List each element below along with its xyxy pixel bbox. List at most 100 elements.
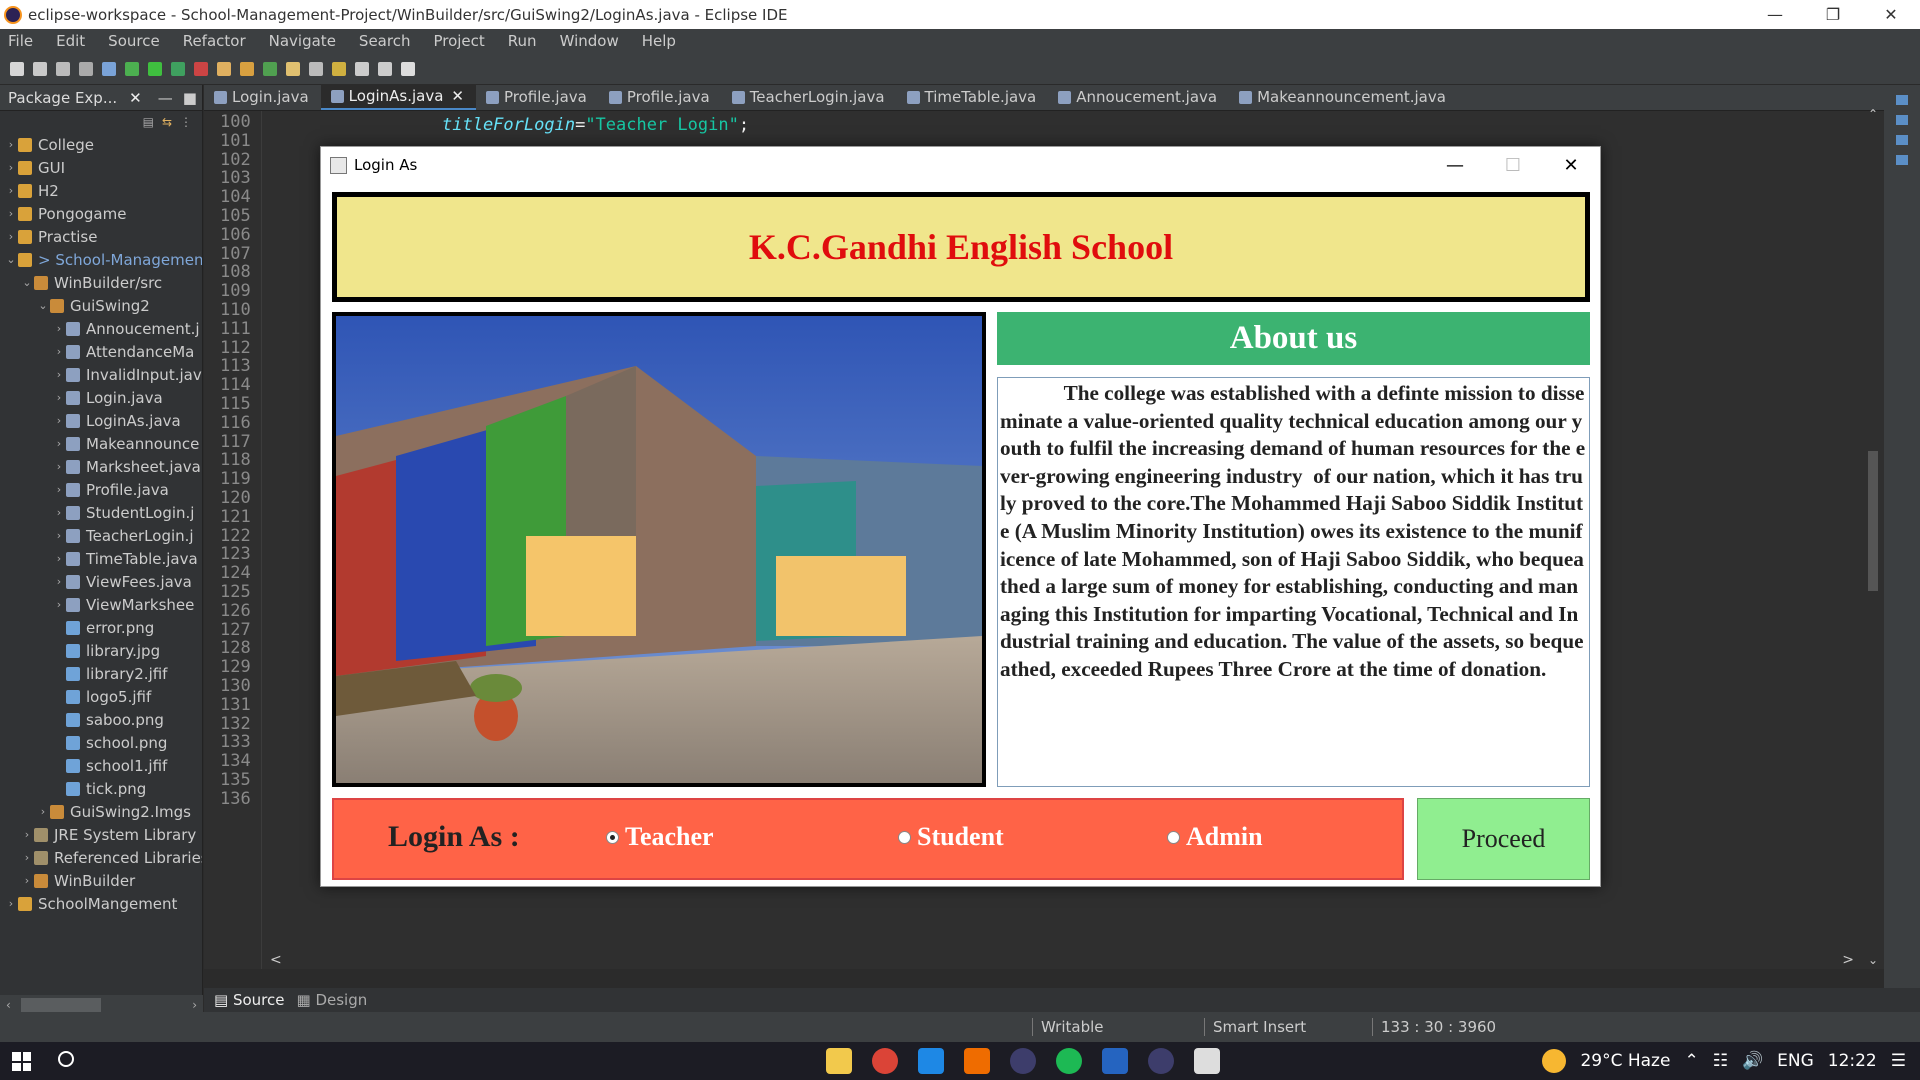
dialog-close-button[interactable]: ✕ [1542, 147, 1600, 183]
menu-edit[interactable]: Edit [56, 32, 85, 50]
package-explorer-tab[interactable]: Package Exp... ✕ — ■ [0, 85, 202, 111]
vscode-icon[interactable] [918, 1048, 944, 1074]
close-button[interactable]: ✕ [1862, 0, 1920, 29]
menu-refactor[interactable]: Refactor [183, 32, 246, 50]
radio-dot-teacher[interactable] [606, 830, 619, 844]
tree-item[interactable]: › Annoucement.j [0, 317, 202, 340]
expand-arrow-icon[interactable]: › [52, 552, 66, 565]
eclipse-icon[interactable] [1010, 1048, 1036, 1074]
menu-navigate[interactable]: Navigate [269, 32, 336, 50]
menu-window[interactable]: Window [560, 32, 619, 50]
run-icon[interactable] [148, 61, 162, 76]
tree-item[interactable]: › ViewFees.java [0, 570, 202, 593]
editor-tab[interactable]: Makeannouncement.java [1229, 84, 1458, 110]
tree-item[interactable]: ⌄ GuiSwing2 [0, 294, 202, 317]
expand-arrow-icon[interactable]: › [52, 322, 66, 335]
tree-item[interactable]: › Login.java [0, 386, 202, 409]
external-tools-icon[interactable] [194, 61, 208, 76]
notification-icon[interactable]: ☰ [1891, 1051, 1906, 1071]
expand-arrow-icon[interactable]: › [52, 368, 66, 381]
expand-arrow-icon[interactable]: › [4, 230, 18, 243]
tree-item[interactable]: › GUI [0, 156, 202, 179]
expand-arrow-icon[interactable]: › [52, 598, 66, 611]
tree-item[interactable]: › Marksheet.java [0, 455, 202, 478]
editor-horizontal-scrollbar[interactable]: < > [262, 951, 1862, 969]
tree-item[interactable]: › ViewMarkshee [0, 593, 202, 616]
editor-tab[interactable]: Profile.java [599, 84, 722, 110]
expand-arrow-icon[interactable]: › [4, 207, 18, 220]
radio-dot-student[interactable] [898, 830, 911, 844]
tree-item[interactable]: › InvalidInput.jav [0, 363, 202, 386]
forward-icon[interactable] [378, 61, 392, 76]
new-package-icon[interactable] [240, 61, 254, 76]
tree-item[interactable]: ⌄ > School-Management- [0, 248, 202, 271]
tree-item[interactable]: › WinBuilder [0, 869, 202, 892]
tree-item[interactable]: school.png [0, 731, 202, 754]
editor-tab[interactable]: TimeTable.java [897, 84, 1049, 110]
tree-item[interactable]: › Pongogame [0, 202, 202, 225]
about-text-area[interactable]: The college was established with a defin… [997, 377, 1590, 787]
tree-item[interactable]: › JRE System Library [j [0, 823, 202, 846]
tree-item[interactable]: ⌄ WinBuilder/src [0, 271, 202, 294]
minimize-view-icon[interactable]: — [158, 89, 173, 107]
editor-tab[interactable]: Profile.java [476, 84, 599, 110]
new-java-project-icon[interactable] [217, 61, 231, 76]
collapse-all-icon[interactable]: ▤ [143, 115, 154, 129]
search-toolbar-icon[interactable] [309, 61, 323, 76]
expand-arrow-icon[interactable]: › [52, 414, 66, 427]
tree-item[interactable]: › Referenced Libraries [0, 846, 202, 869]
tree-item[interactable]: › H2 [0, 179, 202, 202]
debug-icon[interactable] [125, 61, 139, 76]
expand-arrow-icon[interactable]: › [52, 460, 66, 473]
tree-item[interactable]: saboo.png [0, 708, 202, 731]
expand-arrow-icon[interactable]: › [20, 851, 34, 864]
weather-icon[interactable] [1542, 1049, 1567, 1073]
vertical-scrollbar[interactable]: ⌃ ⌄ [1862, 107, 1884, 969]
menu-file[interactable]: File [8, 32, 33, 50]
annotation-icon[interactable] [332, 61, 346, 76]
radio-teacher[interactable]: Teacher [606, 822, 714, 852]
restore-button[interactable]: ❐ [1804, 0, 1862, 29]
powershell-icon[interactable] [1102, 1048, 1128, 1074]
expand-arrow-icon[interactable]: › [4, 184, 18, 197]
expand-arrow-icon[interactable]: › [4, 897, 18, 910]
tree-item[interactable]: library.jpg [0, 639, 202, 662]
radio-admin[interactable]: Admin [1167, 822, 1263, 852]
print-icon[interactable] [79, 61, 93, 76]
file-explorer-icon[interactable] [826, 1048, 852, 1074]
close-icon[interactable]: ✕ [129, 89, 142, 107]
close-tab-icon[interactable]: ✕ [451, 87, 464, 105]
save-all-icon[interactable] [56, 61, 70, 76]
menu-search[interactable]: Search [359, 32, 411, 50]
editor-tab[interactable]: Annoucement.java [1048, 84, 1229, 110]
tree-item[interactable]: › StudentLogin.j [0, 501, 202, 524]
tree-item[interactable]: library2.jfif [0, 662, 202, 685]
tree-item[interactable]: logo5.jfif [0, 685, 202, 708]
tree-item[interactable]: tick.png [0, 777, 202, 800]
source-tab[interactable]: ▤ Source [214, 991, 284, 1009]
proceed-button[interactable]: Proceed [1417, 798, 1590, 880]
tree-item[interactable]: › Profile.java [0, 478, 202, 501]
language-indicator[interactable]: ENG [1777, 1051, 1814, 1071]
tree-item[interactable]: › GuiSwing2.Imgs [0, 800, 202, 823]
tree-item[interactable]: › SchoolMangement [0, 892, 202, 915]
save-icon[interactable] [33, 61, 47, 76]
expand-arrow-icon[interactable]: › [4, 138, 18, 151]
dialog-minimize-button[interactable]: — [1426, 147, 1484, 183]
expand-arrow-icon[interactable]: › [52, 437, 66, 450]
menu-project[interactable]: Project [433, 32, 484, 50]
expand-arrow-icon[interactable]: › [52, 529, 66, 542]
radio-dot-admin[interactable] [1167, 830, 1180, 844]
xampp-icon[interactable] [964, 1048, 990, 1074]
new-icon[interactable] [10, 61, 24, 76]
chrome-icon[interactable] [872, 1048, 898, 1074]
build-icon[interactable] [102, 61, 116, 76]
chevron-up-icon[interactable]: ⌃ [1684, 1051, 1698, 1071]
coverage-icon[interactable] [171, 61, 185, 76]
expand-arrow-icon[interactable]: ⌄ [20, 276, 34, 289]
expand-arrow-icon[interactable]: › [36, 805, 50, 818]
link-editor-icon[interactable]: ⇆ [162, 115, 172, 129]
expand-arrow-icon[interactable]: › [4, 161, 18, 174]
tree-item[interactable]: › College [0, 133, 202, 156]
expand-arrow-icon[interactable]: ⌄ [36, 299, 50, 312]
